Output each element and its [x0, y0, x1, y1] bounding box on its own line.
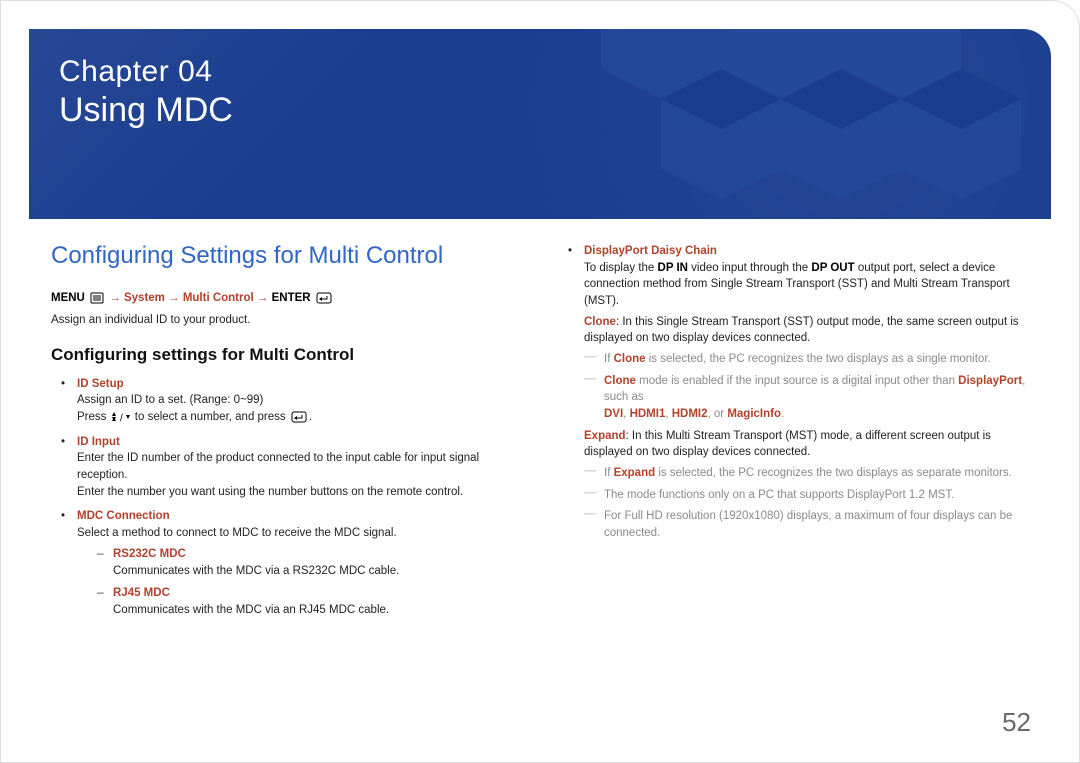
clone-notes: If Clone is selected, the PC recognizes … — [584, 351, 1033, 423]
text: If — [604, 353, 614, 365]
clone-label: Clone — [604, 375, 636, 387]
page-number: 52 — [1002, 707, 1031, 738]
dp-chain-label: DisplayPort Daisy Chain — [584, 243, 1033, 260]
mdc-connection-label: MDC Connection — [77, 508, 526, 525]
expand-notes: If Expand is selected, the PC recognizes… — [584, 465, 1033, 542]
text: mode is enabled if the input source is a… — [636, 375, 958, 387]
dp-chain-list: DisplayPort Daisy Chain To display the D… — [558, 243, 1033, 542]
mdc-sublist: RS232C MDC Communicates with the MDC via… — [77, 546, 526, 619]
text: Press — [77, 411, 110, 423]
id-setup-press: Press / to select a number, and press . — [77, 409, 526, 426]
right-column: DisplayPort Daisy Chain To display the D… — [558, 239, 1033, 712]
text: . — [781, 408, 784, 420]
nav-system: System — [124, 292, 165, 304]
expand-desc: : In this Multi Stream Transport (MST) m… — [584, 430, 991, 459]
text: , or — [708, 408, 728, 420]
text: video input through the — [688, 262, 811, 274]
expand-line: Expand: In this Multi Stream Transport (… — [584, 428, 1033, 461]
hdmi1: HDMI1 — [630, 408, 666, 420]
arrow-icon: → — [257, 292, 269, 304]
clone-desc: : In this Single Stream Transport (SST) … — [584, 316, 1019, 345]
content-area: Configuring Settings for Multi Control M… — [51, 239, 1033, 712]
text: to select a number, and press — [132, 411, 289, 423]
chapter-banner: Chapter 04 Using MDC — [29, 29, 1051, 219]
hdmi2: HDMI2 — [672, 408, 708, 420]
arrow-icon: → — [168, 292, 180, 304]
clone-note-1: If Clone is selected, the PC recognizes … — [584, 351, 1033, 368]
clone-label: Clone — [614, 353, 646, 365]
id-setup-range: Assign an ID to a set. (Range: 0~99) — [77, 392, 526, 409]
clone-line: Clone: In this Single Stream Transport (… — [584, 314, 1033, 347]
enter-label: ENTER — [272, 292, 311, 304]
menu-icon — [90, 292, 104, 304]
enter-icon — [316, 292, 332, 304]
arrow-icon: → — [109, 292, 121, 304]
enter-icon — [291, 411, 307, 423]
section-title: Configuring Settings for Multi Control — [51, 239, 526, 274]
text: is selected, the PC recognizes the two d… — [655, 467, 1012, 479]
item-id-input: ID Input Enter the ID number of the prod… — [51, 434, 526, 501]
left-column: Configuring Settings for Multi Control M… — [51, 239, 526, 712]
svg-text:/: / — [120, 413, 123, 423]
expand-label: Expand — [614, 467, 656, 479]
dp-in: DP IN — [658, 262, 688, 274]
displayport: DisplayPort — [958, 375, 1022, 387]
dp-out: DP OUT — [811, 262, 854, 274]
mdc-connection-desc: Select a method to connect to MDC to rec… — [77, 525, 526, 542]
rj45-desc: Communicates with the MDC via an RJ45 MD… — [113, 602, 526, 619]
chapter-title: Using MDC — [59, 91, 1051, 130]
rs232c-desc: Communicates with the MDC via a RS232C M… — [113, 563, 526, 580]
id-input-label: ID Input — [77, 434, 526, 451]
id-input-desc1: Enter the ID number of the product conne… — [77, 450, 526, 483]
menu-label: MENU — [51, 292, 85, 304]
rj45-label: RJ45 MDC — [113, 587, 170, 599]
expand-note-2: The mode functions only on a PC that sup… — [584, 487, 1033, 504]
expand-note-1: If Expand is selected, the PC recognizes… — [584, 465, 1033, 482]
item-dp-daisy-chain: DisplayPort Daisy Chain To display the D… — [558, 243, 1033, 542]
expand-note-3: For Full HD resolution (1920x1080) displ… — [584, 508, 1033, 541]
page: Chapter 04 Using MDC Configuring Setting… — [0, 0, 1080, 763]
item-id-setup: ID Setup Assign an ID to a set. (Range: … — [51, 376, 526, 426]
up-down-icon: / — [112, 412, 130, 423]
chapter-number: Chapter 04 — [59, 55, 1051, 89]
item-rs232c: RS232C MDC Communicates with the MDC via… — [77, 546, 526, 579]
expand-label: Expand — [584, 430, 626, 442]
magicinfo: MagicInfo — [727, 408, 781, 420]
id-input-desc2: Enter the number you want using the numb… — [77, 484, 526, 501]
subheading: Configuring settings for Multi Control — [51, 343, 526, 368]
settings-list: ID Setup Assign an ID to a set. (Range: … — [51, 376, 526, 619]
clone-label: Clone — [584, 316, 616, 328]
text: is selected, the PC recognizes the two d… — [646, 353, 991, 365]
nav-multi-control: Multi Control — [183, 292, 254, 304]
clone-note-2: Clone mode is enabled if the input sourc… — [584, 373, 1033, 423]
menu-path: MENU → System → Multi Control → ENTER — [51, 290, 526, 307]
text: To display the — [584, 262, 658, 274]
dp-chain-desc: To display the DP IN video input through… — [584, 260, 1033, 310]
id-setup-label: ID Setup — [77, 376, 526, 393]
intro-text: Assign an individual ID to your product. — [51, 312, 526, 329]
item-mdc-connection: MDC Connection Select a method to connec… — [51, 508, 526, 618]
text: If — [604, 467, 614, 479]
rs232c-label: RS232C MDC — [113, 548, 186, 560]
dvi: DVI — [604, 408, 623, 420]
item-rj45: RJ45 MDC Communicates with the MDC via a… — [77, 585, 526, 618]
